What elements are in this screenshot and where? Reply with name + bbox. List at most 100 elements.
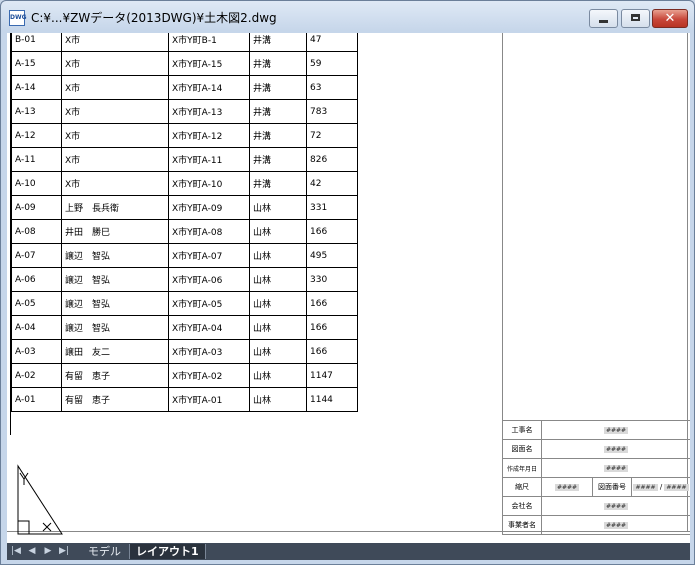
address-cell: X市Y町A-11 [168,147,250,172]
scale-label: 縮尺 [502,477,542,497]
address-cell: X市Y町A-15 [168,51,250,76]
maximize-icon [622,10,649,27]
maximize-button[interactable] [621,9,650,28]
address-cell: X市Y町A-05 [168,291,250,316]
land-type-cell: 井溝 [249,33,307,52]
owner-cell: X市 [61,147,169,172]
parcel-id-cell: A-11 [11,147,62,172]
first-tab-button[interactable]: |◀ [9,545,23,558]
table-row: A-14 X市 X市Y町A-14 井溝 63 [11,75,358,100]
land-type-cell: 山林 [249,243,307,268]
parcel-id-cell: A-04 [11,315,62,340]
parcel-id-cell: B-01 [11,33,62,52]
owner-cell: 有留 恵子 [61,387,169,412]
next-tab-button[interactable]: ▶ [41,545,55,558]
land-type-cell: 山林 [249,291,307,316]
tab-layout1[interactable]: レイアウト1 [129,544,206,559]
table-row: A-10 X市 X市Y町A-10 井溝 42 [11,171,358,196]
area-cell: 331 [306,195,358,220]
ucs-icon [17,464,63,535]
area-cell: 826 [306,147,358,172]
parcel-id-cell: A-15 [11,51,62,76]
land-type-cell: 山林 [249,387,307,412]
parcel-id-cell: A-14 [11,75,62,100]
area-cell: 1144 [306,387,358,412]
area-cell: 63 [306,75,358,100]
address-cell: X市Y町A-12 [168,123,250,148]
prev-tab-button[interactable]: ◀ [25,545,39,558]
address-cell: X市Y町A-10 [168,171,250,196]
app-window: DWG C:¥...¥ZWデータ(2013DWG)¥土木図2.dwg ✕ B-0… [0,0,695,565]
parcel-id-cell: A-02 [11,363,62,388]
parcel-table: B-01 X市 X市Y町B-1 井溝 47 A-15 X市 X市Y町A-15 井溝 59 A-14 X… [11,33,358,412]
area-cell: 47 [306,33,358,52]
address-cell: X市Y町A-09 [168,195,250,220]
area-cell: 72 [306,123,358,148]
owner-cell: X市 [61,171,169,196]
drawing-canvas[interactable]: B-01 X市 X市Y町B-1 井溝 47 A-15 X市 X市Y町A-15 井溝 59 A-14 X… [7,33,690,543]
close-button[interactable]: ✕ [652,9,688,28]
owner-cell: X市 [61,123,169,148]
address-cell: X市Y町A-03 [168,339,250,364]
land-type-cell: 井溝 [249,99,307,124]
owner-cell: 有留 恵子 [61,363,169,388]
table-row: A-05 譲辺 智弘 X市Y町A-05 山林 166 [11,291,358,316]
area-cell: 166 [306,219,358,244]
owner-cell: 譲辺 智弘 [61,243,169,268]
address-cell: X市Y町A-14 [168,75,250,100]
address-cell: X市Y町A-01 [168,387,250,412]
parcel-id-cell: A-08 [11,219,62,244]
last-tab-button[interactable]: ▶| [57,545,71,558]
area-cell: 495 [306,243,358,268]
close-icon: ✕ [664,11,676,26]
address-cell: X市Y町A-07 [168,243,250,268]
parcel-id-cell: A-10 [11,171,62,196]
drawing-name-value: #### [603,446,629,453]
land-type-cell: 山林 [249,267,307,292]
area-cell: 783 [306,99,358,124]
owner-cell: X市 [61,75,169,100]
address-cell: X市Y町A-02 [168,363,250,388]
owner-cell: X市 [61,99,169,124]
table-row: A-07 譲辺 智弘 X市Y町A-07 山林 495 [11,243,358,268]
layout-tab-bar: |◀ ◀ ▶ ▶| モデル レイアウト1 [7,543,690,560]
owner-cell: 譲辺 智弘 [61,315,169,340]
title-bar[interactable]: DWG C:¥...¥ZWデータ(2013DWG)¥土木図2.dwg ✕ [1,1,694,33]
table-row: A-06 譲辺 智弘 X市Y町A-06 山林 330 [11,267,358,292]
window-title: C:¥...¥ZWデータ(2013DWG)¥土木図2.dwg [31,11,277,25]
area-cell: 330 [306,267,358,292]
contractor-label: 事業者名 [502,515,542,535]
parcel-id-cell: A-12 [11,123,62,148]
date-value: #### [603,465,629,472]
minimize-button[interactable] [589,9,618,28]
owner-cell: 上野 長兵衛 [61,195,169,220]
land-type-cell: 井溝 [249,51,307,76]
table-row: B-01 X市 X市Y町B-1 井溝 47 [11,33,358,52]
land-type-cell: 山林 [249,339,307,364]
contractor-value: #### [603,522,629,529]
owner-cell: 譲辺 智弘 [61,291,169,316]
address-cell: X市Y町B-1 [168,33,250,52]
address-cell: X市Y町A-04 [168,315,250,340]
parcel-id-cell: A-06 [11,267,62,292]
company-value: #### [603,503,629,510]
area-cell: 59 [306,51,358,76]
owner-cell: X市 [61,51,169,76]
area-cell: 1147 [306,363,358,388]
parcel-id-cell: A-13 [11,99,62,124]
area-cell: 166 [306,315,358,340]
dwg-file-icon: DWG [9,10,27,26]
table-row: A-11 X市 X市Y町A-11 井溝 826 [11,147,358,172]
parcel-id-cell: A-03 [11,339,62,364]
address-cell: X市Y町A-06 [168,267,250,292]
table-row: A-13 X市 X市Y町A-13 井溝 783 [11,99,358,124]
land-type-cell: 山林 [249,315,307,340]
scale-value: #### [554,484,580,491]
table-row: A-03 譲田 友二 X市Y町A-03 山林 166 [11,339,358,364]
land-type-cell: 井溝 [249,147,307,172]
parcel-id-cell: A-01 [11,387,62,412]
land-type-cell: 山林 [249,195,307,220]
table-row: A-09 上野 長兵衛 X市Y町A-09 山林 331 [11,195,358,220]
tab-model[interactable]: モデル [82,544,127,559]
drawing-number-total: #### [664,484,689,491]
